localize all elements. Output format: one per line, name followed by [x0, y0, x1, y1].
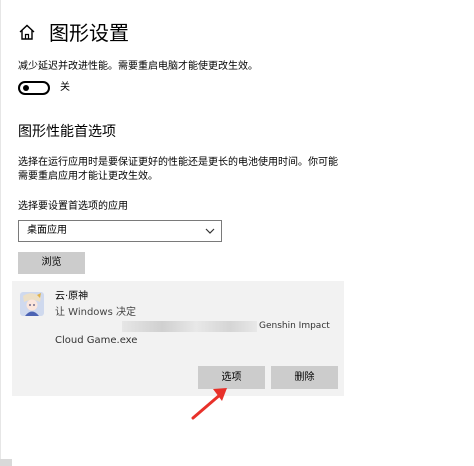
browse-button[interactable]: 浏览 — [18, 252, 85, 274]
section-title: 图形性能首选项 — [18, 124, 116, 140]
app-card[interactable]: 云·原神 让 Windows 决定 Genshin Impact Cloud G… — [12, 281, 344, 396]
genshin-app-icon — [20, 292, 44, 316]
remove-button[interactable]: 删除 — [271, 366, 338, 389]
app-name: 云·原神 — [55, 291, 89, 302]
left-edge-line — [0, 0, 1, 466]
annotation-arrow-icon — [191, 388, 227, 420]
app-type-select[interactable]: 桌面应用 — [18, 220, 222, 242]
toggle-state-label: 关 — [60, 82, 70, 93]
toggle-knob — [23, 85, 29, 91]
app-gpu-setting: 让 Windows 决定 — [55, 307, 136, 318]
app-type-select-label: 选择要设置首选项的应用 — [18, 201, 128, 212]
window-edge — [0, 459, 12, 466]
page-title: 图形设置 — [49, 21, 129, 45]
home-icon[interactable] — [18, 23, 36, 41]
app-path-tail: Genshin Impact — [259, 321, 330, 331]
preference-description-line: 选择在运行应用时是要保证更好的性能还是更长的电池使用时间。你可能 — [18, 157, 338, 168]
hardware-scheduling-description: 减少延迟并改进性能。需要重启电脑才能使更改生效。 — [18, 61, 258, 72]
chevron-down-icon — [205, 228, 215, 234]
preference-description-line: 需要重启应用才能让更改生效。 — [18, 171, 158, 182]
preference-description: 选择在运行应用时是要保证更好的性能还是更长的电池使用时间。你可能 需要重启应用才… — [18, 156, 458, 184]
app-executable: Cloud Game.exe — [55, 335, 138, 346]
hardware-scheduling-toggle[interactable] — [18, 81, 50, 95]
app-type-selected-value: 桌面应用 — [27, 225, 67, 236]
blurred-path — [122, 321, 257, 332]
